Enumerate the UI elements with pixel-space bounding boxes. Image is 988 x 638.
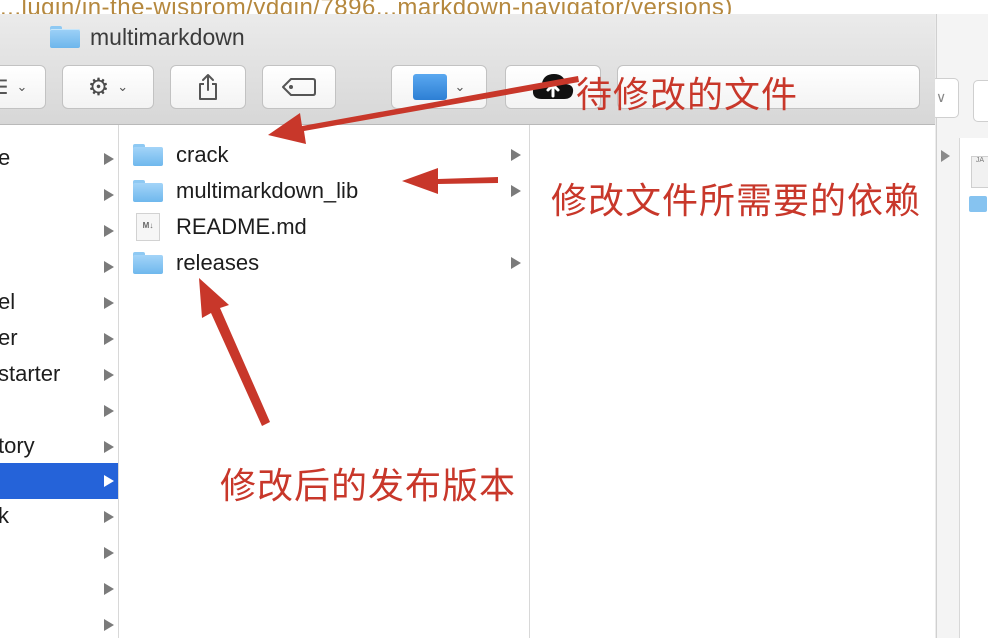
sidebar-item[interactable]: er [0,321,118,357]
disclosure-arrow-icon [104,189,114,201]
action-menu-button[interactable]: ⚙ ⌄ [62,65,154,109]
disclosure-arrow-icon [104,547,114,559]
disclosure-arrow-icon [104,153,114,165]
annotation-files-to-modify: 待修改的文件 [576,75,799,116]
disclosure-arrow-icon [511,149,521,161]
sidebar-item-label: k [0,503,9,528]
file-row-releases[interactable]: releases [119,245,529,281]
disclosure-arrow-icon [941,150,950,162]
disclosure-arrow-icon [104,333,114,345]
sidebar-item[interactable] [0,393,118,429]
chevron-down-icon: ⌄ [454,79,466,94]
disclosure-arrow-icon [104,405,114,417]
file-name: multimarkdown_lib [176,178,359,203]
background-dropdown-button[interactable]: ∨ [931,78,959,118]
disclosure-arrow-icon [104,583,114,595]
file-row-multimarkdown-lib[interactable]: multimarkdown_lib [119,173,529,209]
box-drive-button[interactable]: ⌄ [391,65,487,109]
disclosure-arrow-icon [511,185,521,197]
chevron-down-icon: ⌄ [117,79,129,94]
share-button[interactable] [170,65,246,109]
file-row-readme[interactable]: M↓ README.md [119,209,529,245]
sidebar-item[interactable] [0,607,118,638]
file-list-column: crack multimarkdown_lib M↓ README.md rel… [119,125,530,638]
sidebar-item[interactable]: starter [0,357,118,393]
folder-icon [50,26,80,48]
sidebar-item-label: er [0,325,18,350]
share-icon [199,74,217,100]
sidebar-item-label: el [0,289,16,314]
file-name: README.md [176,214,307,239]
disclosure-arrow-icon [104,297,114,309]
sidebar-column: e el er starter tory k [0,125,119,638]
file-row-crack[interactable]: crack [119,137,529,173]
background-url-text: ...lugin/in-the-wisprom/ydqin/7896...mar… [0,0,733,14]
sidebar-item[interactable]: tory [0,429,118,465]
box-folder-icon [412,74,447,100]
disclosure-arrow-icon [104,225,114,237]
jar-file-icon[interactable]: JA [971,156,988,188]
tag-icon [282,78,316,96]
sidebar-item-label: tory [0,433,35,458]
markdown-file-icon: M↓ [136,213,160,241]
list-view-icon: ☰ [0,75,9,100]
cloud-upload-icon [532,74,574,99]
sidebar-item[interactable] [0,177,118,213]
background-toolbar-button[interactable] [973,80,988,122]
disclosure-arrow-icon [104,369,114,381]
disclosure-arrow-icon [104,475,114,487]
gear-icon: ⚙ [87,73,110,101]
background-window-right: ∨ JA [931,14,988,638]
folder-icon [133,252,163,274]
sidebar-item[interactable]: e [0,141,118,177]
background-window-strip: ...lugin/in-the-wisprom/ydqin/7896...mar… [0,0,988,14]
disclosure-arrow-icon [511,257,521,269]
disclosure-arrow-icon [104,619,114,631]
file-name: crack [176,142,229,167]
sidebar-item-label: starter [0,361,61,386]
sidebar-item[interactable] [0,213,118,249]
annotation-releases: 修改后的发布版本 [220,466,517,507]
edit-tags-button[interactable] [262,65,336,109]
folder-icon [133,180,163,202]
disclosure-arrow-icon [104,261,114,273]
folder-icon[interactable] [969,196,987,212]
window-title-text: multimarkdown [90,23,245,50]
chevron-down-icon: ∨ [936,89,947,105]
background-file-column [959,138,988,638]
sidebar-item-label: e [0,145,11,170]
sidebar-item[interactable] [0,535,118,571]
file-name: releases [176,250,260,275]
disclosure-arrow-icon [104,441,114,453]
window-title: multimarkdown [50,23,245,51]
sidebar-item[interactable]: k [0,499,118,535]
sidebar-item[interactable] [0,249,118,285]
view-options-button[interactable]: ☰ ⌄ [0,65,46,109]
annotation-dependencies: 修改文件所需要的依赖 [551,181,922,222]
disclosure-arrow-icon [104,511,114,523]
folder-icon [133,144,163,166]
sidebar-item[interactable] [0,571,118,607]
chevron-down-icon: ⌄ [16,79,28,94]
sidebar-item-selected[interactable] [0,463,118,499]
sidebar-item[interactable]: el [0,285,118,321]
